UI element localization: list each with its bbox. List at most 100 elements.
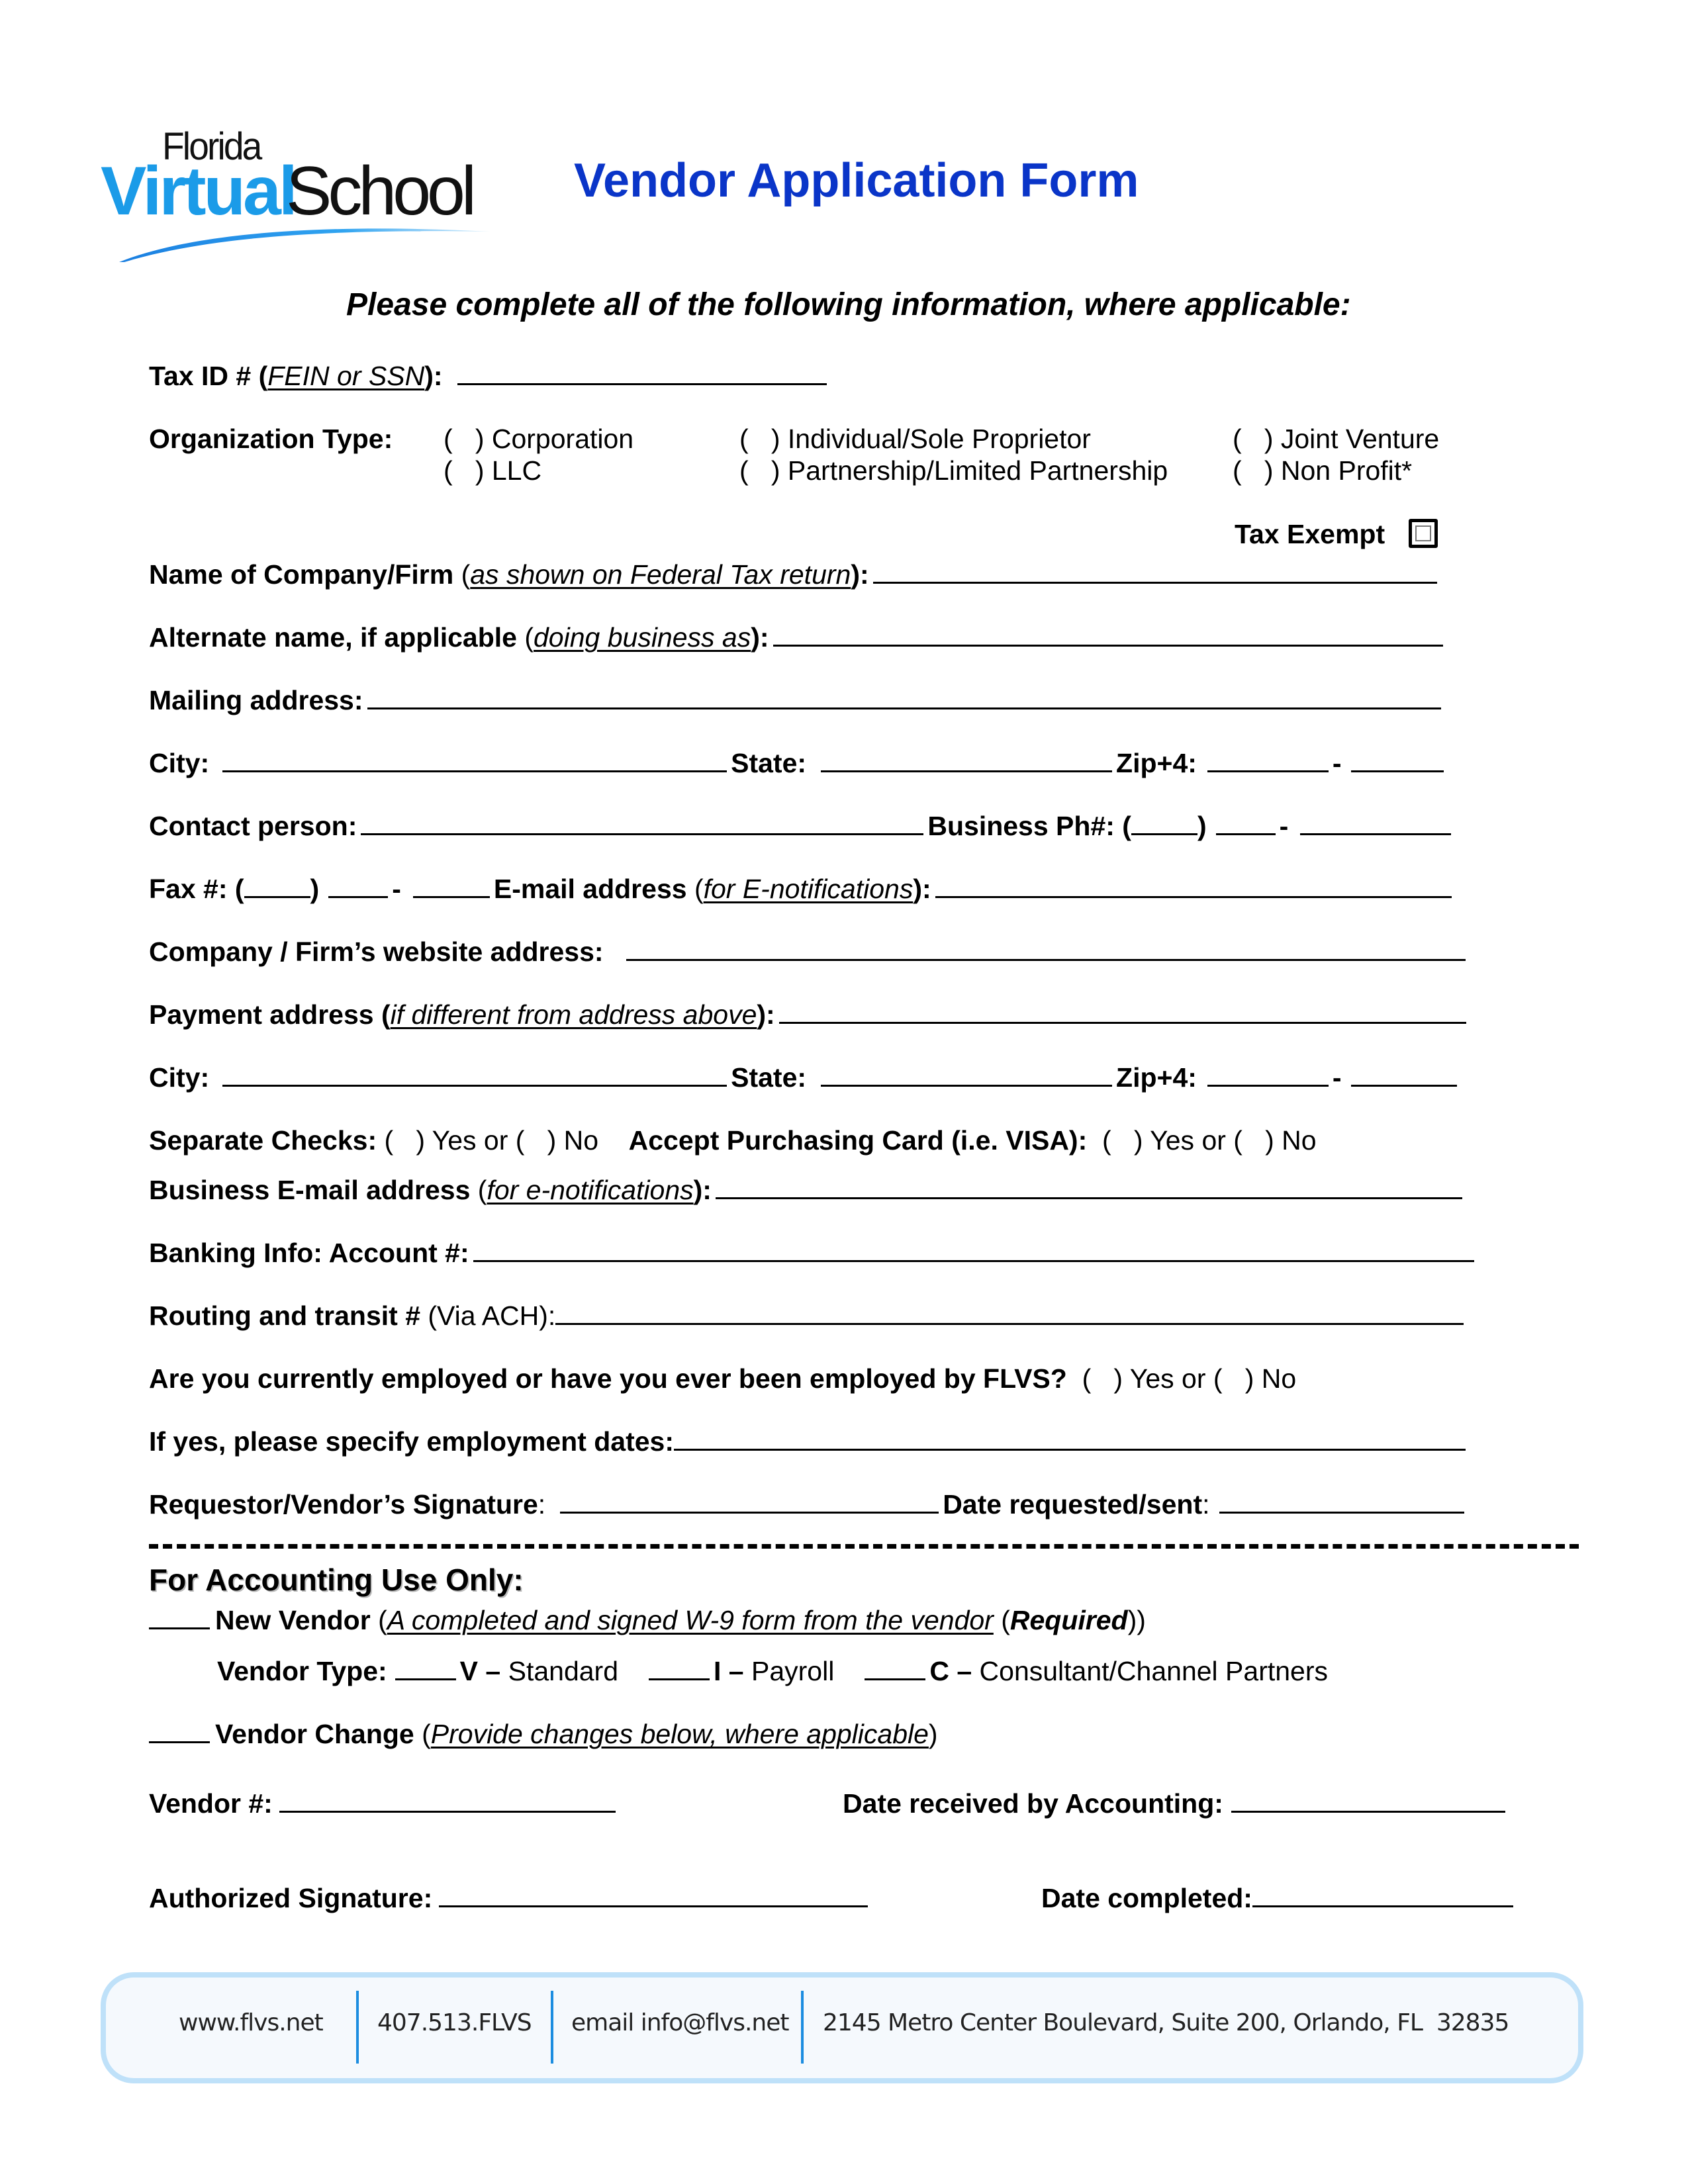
employed-options[interactable]: ( ) Yes or ( ) No [1067,1363,1297,1394]
purchasing-card-options[interactable]: ( ) Yes or ( ) No [1087,1125,1317,1156]
footer-address: 2145 Metro Center Boulevard, Suite 200, … [823,2009,1509,2036]
vendor-type-c-field[interactable] [865,1655,926,1680]
alt-name-field[interactable] [773,621,1443,647]
vendor-type-i-code: I – [714,1656,744,1686]
state-field[interactable] [821,747,1113,772]
vendor-type-i-field[interactable] [649,1655,710,1680]
business-email-field[interactable] [715,1173,1462,1199]
section-divider [149,1544,1579,1549]
paren-open: ( [993,1605,1010,1635]
vendor-change-check-field[interactable] [149,1717,210,1743]
paren-close: )) [1127,1605,1146,1635]
fax-prefix-field[interactable] [328,872,389,898]
routing-number-field[interactable] [555,1299,1464,1325]
business-email-row: Business E-mail address (for e-notificat… [149,1173,1466,1206]
footer-divider [551,1991,553,2064]
footer-phone: 407.513.FLVS [377,2009,532,2036]
fax-row: Fax #: () - E-mail address (for E-notifica… [149,872,1456,905]
org-option-partnership[interactable]: ( ) Partnership/Limited Partnership [739,454,1168,487]
phone-prefix-field[interactable] [1215,809,1276,835]
fax-label: Fax #: ( [149,874,244,904]
website-label: Company / Firm’s website address: [149,936,604,967]
org-option-non-profit[interactable]: ( ) Non Profit* [1233,454,1412,487]
email-hint: for E-notifications [703,874,914,904]
employment-dates-field[interactable] [674,1425,1466,1451]
paren-close: ) [928,1719,938,1749]
paren-open: ( [414,1719,431,1749]
paren-open: ( [516,622,534,653]
payment-state-label: State: [731,1062,807,1093]
zip4-field[interactable] [1350,747,1444,772]
org-option-sole-proprietor[interactable]: ( ) Individual/Sole Proprietor [739,422,1091,455]
paren-open: ( [686,874,704,904]
separate-checks-options[interactable]: ( ) Yes or ( ) No [377,1125,599,1156]
company-name-label: Name of Company/Firm [149,559,454,590]
accounting-title: For Accounting Use Only: [149,1563,524,1597]
website-field[interactable] [626,935,1466,961]
paren-close: ) [1197,811,1207,841]
vendor-number-row: Vendor #: [149,1787,620,1820]
phone-dash: - [1279,811,1289,841]
state-label: State: [731,748,807,778]
city-row: City: State: Zip+4: - [149,747,1448,780]
date-completed-row: Date completed: [1041,1882,1517,1915]
signature-field[interactable] [560,1488,939,1514]
payment-zip-field[interactable] [1207,1061,1329,1087]
date-received-field[interactable] [1231,1787,1505,1813]
contact-person-field[interactable] [361,809,924,835]
separate-checks-label: Separate Checks: [149,1125,377,1156]
payment-address-field[interactable] [778,998,1466,1024]
payment-address-row: Payment address (if different from addre… [149,998,1470,1031]
new-vendor-check-field[interactable] [149,1604,210,1629]
authorized-signature-field[interactable] [439,1882,868,1907]
paren-close: ): [913,874,931,904]
account-number-field[interactable] [473,1236,1474,1262]
paren-close: ): [693,1175,712,1205]
phone-area-code-field[interactable] [1131,809,1197,835]
company-name-hint: as shown on Federal Tax return [470,559,851,590]
vendor-type-v-field[interactable] [395,1655,456,1680]
tax-id-hint: FEIN or SSN [267,361,425,391]
mailing-address-field[interactable] [367,684,1441,709]
mailing-label: Mailing address: [149,685,363,715]
zip-field[interactable] [1207,747,1329,772]
date-completed-field[interactable] [1252,1882,1513,1907]
tax-exempt-checkbox[interactable] [1409,519,1438,548]
page-subtitle: Please complete all of the following inf… [346,287,1351,322]
payment-zip-dash: - [1332,1062,1342,1093]
vendor-number-field[interactable] [279,1787,616,1813]
footer-website-link[interactable]: www.flvs.net [179,2009,324,2036]
paren-open: ( [370,1605,387,1635]
org-option-corporation[interactable]: ( ) Corporation [444,422,633,455]
required-label: Required [1009,1605,1128,1635]
website-row: Company / Firm’s website address: [149,935,1470,968]
org-option-joint-venture[interactable]: ( ) Joint Venture [1233,422,1439,455]
org-option-llc[interactable]: ( ) LLC [444,454,541,487]
flvs-logo: Florida Virtual School [99,124,496,263]
fax-line-field[interactable] [412,872,490,898]
payment-state-field[interactable] [821,1061,1113,1087]
payment-city-row: City: State: Zip+4: - [149,1061,1461,1094]
payment-city-field[interactable] [222,1061,727,1087]
employed-question: Are you currently employed or have you e… [149,1363,1067,1394]
page-title: Vendor Application Form [574,154,1139,207]
company-name-field[interactable] [872,558,1437,584]
logo-virtual-text: Virtual [101,153,298,230]
phone-line-field[interactable] [1300,809,1452,835]
city-label: City: [149,748,210,778]
org-type-label: Organization Type: [149,424,393,454]
payment-zip4-field[interactable] [1350,1061,1457,1087]
vendor-number-label: Vendor #: [149,1788,273,1819]
paren-close: ) [310,874,320,904]
fax-area-code-field[interactable] [244,872,310,898]
company-name-row: Name of Company/Firm (as shown on Federa… [149,558,1441,591]
contact-label: Contact person: [149,811,357,841]
signature-label: Requestor/Vendor’s Signature [149,1489,538,1520]
email-field[interactable] [935,872,1452,898]
footer-email-link[interactable]: email info@flvs.net [571,2009,790,2036]
city-field[interactable] [222,747,727,772]
date-sent-field[interactable] [1219,1488,1464,1514]
tax-id-suffix: ): [424,361,443,391]
fax-dash: - [392,874,401,904]
tax-id-field[interactable] [457,359,827,385]
